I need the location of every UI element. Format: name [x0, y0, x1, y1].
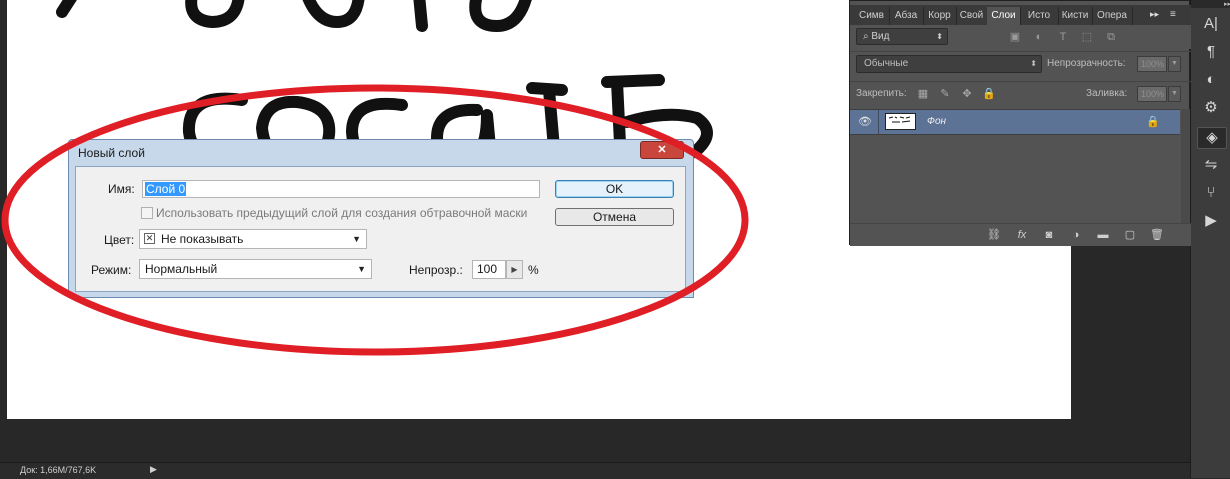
layers-panel: Симв Абза Корр Свой Слои Исто Кисти Опер…	[849, 0, 1191, 246]
trash-icon[interactable]: 🗑	[1150, 228, 1164, 242]
new-group-icon[interactable]: ▬	[1096, 228, 1110, 242]
blend-mode-select[interactable]: Обычные ⬍	[856, 55, 1042, 73]
panel-tabs: Симв Абза Корр Свой Слои Исто Кисти Опер…	[850, 5, 1191, 25]
fill-dropdown-icon[interactable]: ▼	[1168, 86, 1181, 102]
adjustment-filter-icon[interactable]: ◐	[1032, 30, 1046, 44]
dialog-title: Новый слой	[78, 146, 145, 160]
lock-transparency-icon[interactable]: ▦	[916, 87, 930, 101]
opacity-dropdown-icon[interactable]: ▼	[1168, 56, 1181, 72]
lock-image-icon[interactable]: ✎	[938, 87, 952, 101]
brushes-panel-icon[interactable]: ⑂	[1197, 183, 1225, 203]
blend-row: Обычные ⬍ Непрозрачность: 100% ▼	[850, 51, 1191, 76]
adjustments-panel-icon[interactable]: ◐	[1197, 70, 1225, 90]
ok-button[interactable]: OK	[555, 180, 674, 198]
clipping-mask-label: Использовать предыдущий слой для создани…	[156, 206, 528, 220]
color-label: Цвет:	[104, 233, 135, 247]
tab-brushes[interactable]: Кисти	[1058, 7, 1093, 25]
add-mask-icon[interactable]: ◙	[1042, 228, 1056, 242]
layer-row[interactable]: 👁 Фон 🔒	[850, 109, 1180, 135]
lock-icon: 🔒	[1146, 116, 1160, 128]
mode-select[interactable]: Нормальный ▼	[139, 259, 372, 279]
tab-layers[interactable]: Слои	[987, 7, 1021, 25]
properties-panel-icon[interactable]: ⚙	[1197, 98, 1225, 118]
tab-character[interactable]: Симв	[854, 7, 890, 25]
percent-unit: %	[528, 263, 539, 277]
layer-name: Фон	[927, 116, 947, 127]
panel-collapse-icon[interactable]: ▸▸	[1150, 9, 1159, 20]
clipping-mask-checkbox[interactable]	[141, 207, 153, 219]
panel-bottom-bar: ⛓ fx ◙ ◑ ▬ ▢ 🗑	[850, 223, 1191, 246]
shape-filter-icon[interactable]: ⬚	[1080, 30, 1094, 44]
mode-value: Нормальный	[145, 262, 218, 276]
panel-scrollbar[interactable]	[1181, 109, 1190, 223]
search-icon: ⌕	[863, 31, 869, 42]
name-label: Имя:	[108, 182, 135, 196]
opacity-slider-arrow-icon[interactable]: ▶	[506, 260, 523, 279]
close-button[interactable]: ✕	[640, 141, 684, 159]
link-layers-icon[interactable]: ⛓	[987, 228, 1001, 242]
status-bar: Док: 1,66M/767,6K ▶	[0, 462, 1190, 479]
fill-field[interactable]: 100%	[1137, 86, 1167, 102]
blend-mode-value: Обычные	[864, 58, 909, 69]
opacity-input[interactable]: 100	[472, 260, 506, 279]
dropdown-arrow-icon: ▼	[352, 234, 361, 244]
updown-arrow-icon: ⬍	[1030, 59, 1037, 68]
layer-divider	[878, 110, 879, 134]
document-size-info: Док: 1,66M/767,6K	[20, 465, 97, 475]
layer-filter-row: ⌕ Вид ⬍ ▣ ◐ T ⬚ ⧉	[850, 25, 1191, 49]
filter-kind-select[interactable]: ⌕ Вид ⬍	[856, 28, 948, 45]
eye-icon[interactable]: 👁	[858, 115, 872, 129]
tab-actions[interactable]: Опера	[1092, 7, 1133, 25]
lock-row: Закрепить: ▦ ✎ ✥ 🔒 Заливка: 100% ▼	[850, 81, 1191, 106]
layer-name-value: Слой 0	[145, 182, 187, 196]
status-menu-arrow-icon[interactable]: ▶	[150, 464, 159, 477]
layer-name-input[interactable]: Слой 0	[142, 180, 540, 198]
fx-icon[interactable]: fx	[1015, 228, 1029, 242]
opacity-field[interactable]: 100%	[1137, 56, 1167, 72]
layers-panel-icon[interactable]: ◈	[1197, 127, 1227, 149]
new-layer-icon[interactable]: ▢	[1123, 228, 1137, 242]
color-value: Не показывать	[161, 232, 244, 246]
tab-paragraph[interactable]: Абза	[889, 7, 924, 25]
mode-label: Режим:	[91, 263, 132, 277]
opacity-label: Непрозр.:	[409, 263, 463, 277]
pixel-filter-icon[interactable]: ▣	[1008, 30, 1022, 44]
actions-panel-icon[interactable]: ▶	[1197, 211, 1225, 231]
lock-position-icon[interactable]: ✥	[960, 87, 974, 101]
fill-label: Заливка:	[1086, 88, 1128, 99]
right-toolbar: ▸▸ A| ¶ ◐ ⚙ ◈ ⇋ ⑂ ▶	[1190, 0, 1230, 478]
type-filter-icon[interactable]: T	[1056, 30, 1070, 44]
new-adjustment-layer-icon[interactable]: ◑	[1069, 228, 1083, 242]
paragraph-panel-icon[interactable]: ¶	[1197, 42, 1225, 62]
tab-properties[interactable]: Свой	[956, 7, 988, 25]
color-select[interactable]: ✕ Не показывать ▼	[139, 229, 367, 249]
lock-all-icon[interactable]: 🔒	[982, 87, 996, 101]
opacity-label: Непрозрачность:	[1047, 58, 1126, 69]
lock-label: Закрепить:	[856, 88, 907, 99]
tab-adjustments[interactable]: Корр	[923, 7, 957, 25]
new-layer-dialog: Новый слой ✕ Имя: Слой 0 Использовать пр…	[68, 139, 694, 298]
panel-menu-icon[interactable]: ≡	[1170, 9, 1176, 20]
history-panel-icon[interactable]: ⇋	[1197, 155, 1225, 175]
cancel-button[interactable]: Отмена	[555, 208, 674, 226]
no-color-icon: ✕	[144, 233, 155, 244]
smart-object-filter-icon[interactable]: ⧉	[1104, 30, 1118, 44]
layer-thumbnail	[885, 113, 916, 130]
tab-history[interactable]: Исто	[1020, 7, 1059, 25]
toolbar-collapse-icon[interactable]: ▸▸	[1191, 0, 1230, 8]
dialog-body: Имя: Слой 0 Использовать предыдущий слой…	[75, 166, 686, 292]
updown-arrow-icon: ⬍	[936, 32, 943, 41]
pasteboard	[0, 419, 1190, 462]
character-panel-icon[interactable]: A|	[1197, 14, 1225, 34]
thumbnail-drawing	[888, 116, 911, 123]
dropdown-arrow-icon: ▼	[357, 264, 366, 274]
filter-kind-value: Вид	[871, 31, 890, 42]
